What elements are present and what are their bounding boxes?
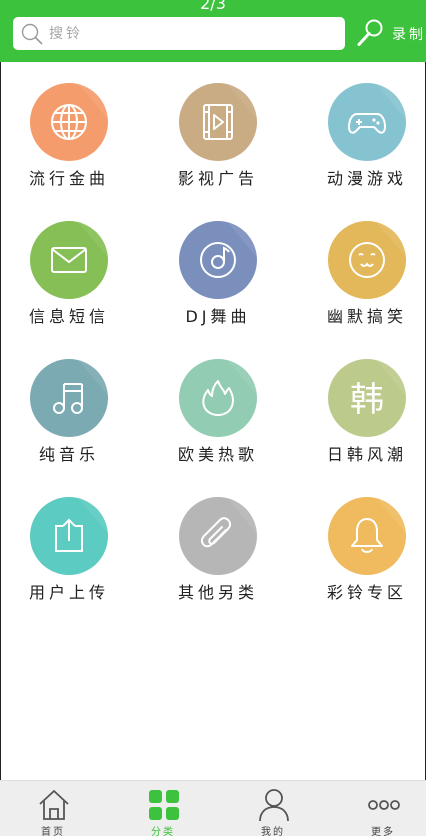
home-icon (39, 790, 69, 820)
microphone-icon (357, 19, 383, 46)
record-button[interactable]: 录制 (354, 17, 426, 51)
category-icon-bg (30, 497, 108, 575)
category-label: 其他另类 (177, 583, 258, 602)
more-icon (368, 800, 400, 810)
tab-more[interactable]: 更多 (330, 781, 426, 836)
search-input[interactable] (49, 21, 329, 46)
upload-icon (55, 518, 83, 552)
tab-label: 我的 (261, 827, 285, 836)
category-label: 信息短信 (28, 307, 109, 326)
envelope-icon (51, 247, 87, 273)
category-icon-bg (179, 221, 257, 299)
flame-icon (202, 380, 234, 416)
category-label: 纯音乐 (38, 445, 99, 464)
page-indicator: 2/3 (200, 0, 226, 13)
film-icon (203, 104, 233, 140)
category-anime-games[interactable]: 动漫游戏 (307, 83, 426, 203)
bell-icon (351, 518, 383, 553)
category-label: 用户上传 (28, 583, 109, 602)
user-icon (259, 789, 289, 822)
category-label: 欧美热歌 (177, 445, 258, 464)
tab-label: 更多 (371, 827, 395, 836)
category-icon-bg (179, 497, 257, 575)
category-humor[interactable]: 幽默搞笑 (307, 221, 426, 341)
category-pure-music[interactable]: 纯音乐 (9, 359, 129, 479)
smiley-icon (349, 242, 385, 278)
category-label: 彩铃专区 (326, 583, 407, 602)
category-icon-bg (30, 359, 108, 437)
gamepad-icon (348, 113, 386, 134)
category-icon-bg (179, 83, 257, 161)
category-dj-dance[interactable]: DJ舞曲 (158, 221, 278, 341)
record-label: 录制 (392, 27, 426, 43)
category-icon-bg: 韩 (328, 359, 406, 437)
search-box[interactable] (13, 17, 345, 50)
category-ringback[interactable]: 彩铃专区 (307, 497, 426, 617)
category-pop-hits[interactable]: 流行金曲 (9, 83, 129, 203)
grid-icon (149, 790, 179, 820)
category-icon-bg (179, 359, 257, 437)
category-icon-bg (30, 221, 108, 299)
category-label: 影视广告 (177, 169, 258, 188)
tab-mine[interactable]: 我的 (220, 781, 326, 836)
category-film-ads[interactable]: 影视广告 (158, 83, 278, 203)
globe-icon (51, 104, 87, 140)
tab-home[interactable]: 首页 (0, 781, 106, 836)
category-grid: 流行金曲 影视广告 动漫游戏 信息短信 DJ舞曲 幽默搞笑 纯音乐 欧美热歌 韩… (0, 62, 426, 780)
category-icon-bg (328, 497, 406, 575)
category-jp-kr-trends[interactable]: 韩 日韩风潮 (307, 359, 426, 479)
category-icon-bg (328, 83, 406, 161)
category-other[interactable]: 其他另类 (158, 497, 278, 617)
top-bar: 2/3 录制 (0, 0, 426, 62)
paperclip-icon (200, 517, 232, 548)
tab-categories[interactable]: 分类 (110, 781, 216, 836)
category-icon-bg (328, 221, 406, 299)
bottom-tab-bar: 首页 分类 我的 更多 (0, 780, 426, 836)
category-label: 动漫游戏 (326, 169, 407, 188)
category-user-uploads[interactable]: 用户上传 (9, 497, 129, 617)
disc-icon (200, 242, 236, 278)
category-label: 流行金曲 (28, 169, 109, 188)
category-label: DJ舞曲 (185, 307, 251, 326)
music-note-icon (53, 383, 83, 414)
search-icon (21, 23, 43, 45)
han-character-icon: 韩 (350, 380, 384, 418)
tab-label: 首页 (41, 827, 65, 836)
svg-text:韩: 韩 (350, 380, 384, 418)
category-label: 日韩风潮 (326, 445, 407, 464)
category-icon-bg (30, 83, 108, 161)
tab-label: 分类 (151, 827, 175, 836)
category-label: 幽默搞笑 (326, 307, 407, 326)
category-western-hits[interactable]: 欧美热歌 (158, 359, 278, 479)
category-sms-messages[interactable]: 信息短信 (9, 221, 129, 341)
